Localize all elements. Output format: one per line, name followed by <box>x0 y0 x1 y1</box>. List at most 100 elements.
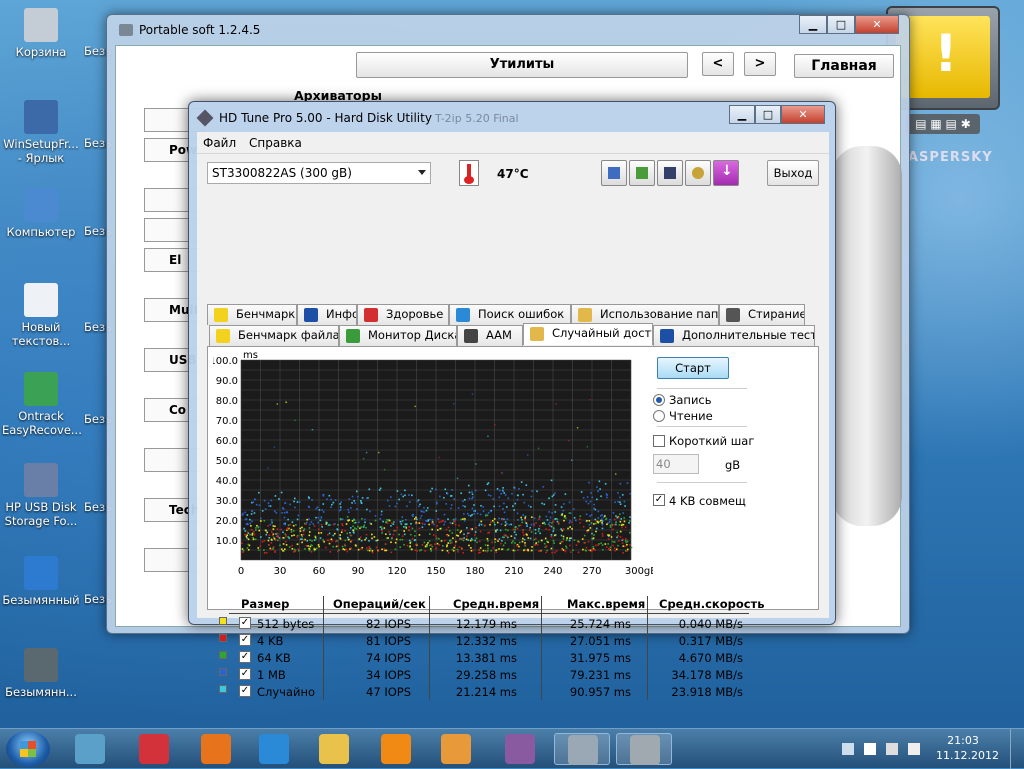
short-step-checkbox[interactable] <box>653 435 665 447</box>
data-point <box>336 528 339 530</box>
data-point <box>587 549 590 552</box>
tab-row1[interactable]: Поиск ошибок <box>449 304 571 325</box>
data-point <box>589 398 591 401</box>
read-radio[interactable] <box>653 410 665 422</box>
download-button[interactable]: ↓ <box>713 160 739 186</box>
data-point <box>543 503 546 506</box>
menu-help[interactable]: Справка <box>249 136 302 150</box>
data-point <box>270 499 273 502</box>
tab-row2[interactable]: Бенчмарк файла <box>209 325 339 346</box>
data-point <box>355 545 357 547</box>
data-point <box>482 549 485 552</box>
align-checkbox[interactable]: ✓ <box>653 494 665 506</box>
taskbar-app-button[interactable] <box>428 733 484 765</box>
tab-row2[interactable]: Дополнительные тесты <box>653 325 815 346</box>
data-point <box>339 509 341 512</box>
tab-row1[interactable]: Бенчмарк <box>207 304 297 325</box>
close-button[interactable]: ✕ <box>855 15 899 34</box>
clock[interactable]: 21:03 11.12.2012 <box>936 733 999 763</box>
taskbar-app-button[interactable] <box>492 733 548 765</box>
data-point <box>401 516 404 518</box>
tab-row2[interactable]: Монитор Диска <box>339 325 457 346</box>
data-point <box>501 548 503 551</box>
desktop-icon[interactable]: WinSetupFr... - Ярлык <box>2 100 80 165</box>
data-point <box>296 501 299 503</box>
options-button[interactable] <box>685 160 711 186</box>
taskbar-app-button[interactable] <box>62 733 118 765</box>
x-tick-label: 180 <box>465 566 484 577</box>
desktop-icon[interactable]: HP USB Disk Storage Fo... <box>2 463 80 528</box>
data-point <box>550 525 553 528</box>
series-checkbox[interactable]: ✓ <box>239 685 251 697</box>
desktop-icon-label: Безымянный <box>2 593 80 607</box>
data-point <box>564 493 567 495</box>
prev-button[interactable]: < <box>702 52 734 76</box>
data-point <box>525 533 528 536</box>
hdtune-maximize-button[interactable]: □ <box>755 105 781 124</box>
data-point <box>465 538 468 541</box>
taskbar-app-button[interactable] <box>616 733 672 765</box>
data-point <box>325 523 328 525</box>
maximize-button[interactable]: □ <box>827 15 855 34</box>
tab-icon <box>530 327 544 341</box>
tab-row1[interactable]: Стирание <box>719 304 805 325</box>
data-point <box>521 540 524 543</box>
taskbar-app-button[interactable] <box>306 733 362 765</box>
table-row: ✓ 1 MB 34 IOPS 29.258 ms 79.231 ms 34.178 MB/… <box>219 667 767 684</box>
taskbar-app-button[interactable] <box>126 733 182 765</box>
tab-row1[interactable]: Использование папок <box>571 304 719 325</box>
data-point <box>524 515 527 518</box>
taskbar-app-button[interactable] <box>246 733 302 765</box>
flag-icon[interactable] <box>864 743 876 755</box>
tab-row1[interactable]: Здоровье <box>357 304 449 325</box>
volume-icon[interactable] <box>908 743 920 755</box>
exit-button[interactable]: Выход <box>767 160 819 186</box>
show-desktop-button[interactable] <box>1010 729 1024 769</box>
network-icon[interactable] <box>886 743 898 755</box>
copy-screen-button[interactable] <box>629 160 655 186</box>
data-point <box>493 521 496 524</box>
folder-app-icon <box>75 734 105 764</box>
series-checkbox[interactable]: ✓ <box>239 634 251 646</box>
desktop-icon[interactable]: Корзина <box>2 8 80 59</box>
data-point <box>450 495 453 497</box>
start-button[interactable] <box>6 731 50 767</box>
series-checkbox[interactable]: ✓ <box>239 668 251 680</box>
home-button[interactable]: Главная <box>794 54 894 78</box>
data-point <box>322 503 325 505</box>
next-button[interactable]: > <box>744 52 776 76</box>
desktop-icon[interactable]: Ontrack EasyRecove... <box>2 372 82 437</box>
copy-info-button[interactable] <box>601 160 627 186</box>
start-button[interactable]: Старт <box>657 357 729 379</box>
data-point <box>431 519 434 521</box>
data-point <box>533 517 536 519</box>
data-point <box>478 522 481 525</box>
tab-row2[interactable]: AAM <box>457 325 523 346</box>
desktop-icon[interactable]: Безымянный <box>2 556 80 607</box>
minimize-button[interactable]: ▁ <box>799 15 827 34</box>
desktop-icon[interactable]: Новый текстов... <box>2 283 80 348</box>
taskbar-app-button[interactable] <box>188 733 244 765</box>
title-bar[interactable]: Portable soft 1.2.4.5 ▁ □ ✕ <box>107 15 909 45</box>
data-point <box>258 491 260 494</box>
data-point <box>275 533 277 535</box>
tab-row2[interactable]: Случайный доступ <box>523 323 653 345</box>
hdtune-close-button[interactable]: ✕ <box>781 105 825 124</box>
drive-select[interactable]: ST3300822AS (300 gB) <box>207 162 431 184</box>
write-radio[interactable] <box>653 394 665 406</box>
save-button[interactable] <box>657 160 683 186</box>
short-step-input[interactable]: 40 <box>653 454 699 474</box>
show-hidden-icons[interactable] <box>842 743 854 755</box>
series-checkbox[interactable]: ✓ <box>239 651 251 663</box>
desktop-icon[interactable]: Компьютер <box>2 188 80 239</box>
hdtune-minimize-button[interactable]: ▁ <box>729 105 755 124</box>
taskbar-app-button[interactable] <box>368 733 424 765</box>
data-point <box>252 501 255 504</box>
menu-file[interactable]: Файл <box>203 136 236 150</box>
taskbar-app-button[interactable] <box>554 733 610 765</box>
tab-row1[interactable]: Инфо <box>297 304 357 325</box>
series-checkbox[interactable]: ✓ <box>239 617 251 629</box>
desktop-icon[interactable]: Безымянн... <box>2 648 80 699</box>
data-point <box>591 537 593 540</box>
data-point <box>249 533 251 536</box>
